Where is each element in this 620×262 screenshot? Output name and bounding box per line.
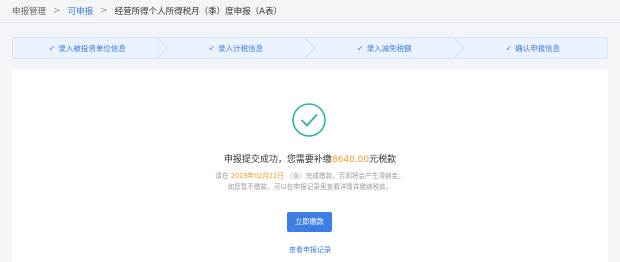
check-icon: ✓ (48, 43, 56, 53)
breadcrumb-item-declarable[interactable]: 可申报 (68, 5, 94, 17)
breadcrumb-separator: > (100, 6, 108, 16)
progress-steps: ✓ 录入被投资单位信息 ✓ 录入计税信息 ✓ 录入减免税额 ✓ 确认申报信息 (12, 37, 608, 59)
result-title-suffix: 元税款 (369, 155, 397, 165)
pay-now-button[interactable]: 立即缴款 (287, 212, 332, 232)
step-label: 录入减免税额 (366, 43, 412, 53)
result-title-prefix: 申报提交成功，您需要补缴 (223, 155, 332, 165)
result-description-line2: 如您暂不缴款，可以在申报记录里查看详情并缴纳税款。 (227, 183, 393, 191)
tax-amount: 8640.00 (331, 155, 370, 165)
header-divider (0, 22, 620, 23)
check-icon: ✓ (208, 43, 216, 53)
view-records-link[interactable]: 查看申报记录 (12, 245, 608, 255)
step-label: 确认申报信息 (515, 43, 561, 53)
result-panel: 申报提交成功，您需要补缴8640.00元税款 请在 2019年02月22日 （含… (12, 70, 608, 262)
breadcrumb-item-current: 经营所得个人所得税月（季）度申报（A表） (114, 7, 282, 17)
payment-deadline: 2019年02月22日 (230, 172, 284, 180)
result-description: 请在 2019年02月22日 （含）完成缴款，否则将会产生滞纳金， 如您暂不缴款… (12, 171, 608, 193)
deadline-suffix: （含）完成缴款，否则将会产生滞纳金， (286, 172, 405, 180)
step-tax-relief: ✓ 录入减免税额 (310, 38, 465, 58)
breadcrumb-item-declaration-management[interactable]: 申报管理 (12, 5, 46, 17)
result-description-line1: 请在 2019年02月22日 （含）完成缴款，否则将会产生滞纳金， (12, 171, 608, 182)
step-confirm-info: ✓ 确认申报信息 (459, 38, 608, 58)
check-icon: ✓ (505, 43, 513, 53)
result-title: 申报提交成功，您需要补缴8640.00元税款 (12, 152, 608, 165)
step-label: 录入被投资单位信息 (58, 43, 126, 53)
breadcrumb-separator: > (53, 6, 61, 16)
step-tax-info: ✓ 录入计税信息 (162, 38, 316, 58)
breadcrumb: 申报管理 > 可申报 > 经营所得个人所得税月（季）度申报（A表） (12, 0, 282, 22)
deadline-prefix: 请在 (215, 172, 229, 180)
step-label: 录入计税信息 (218, 43, 264, 53)
check-circle-icon (292, 103, 326, 137)
check-icon: ✓ (356, 43, 364, 53)
step-investee-info: ✓ 录入被投资单位信息 (13, 38, 168, 58)
